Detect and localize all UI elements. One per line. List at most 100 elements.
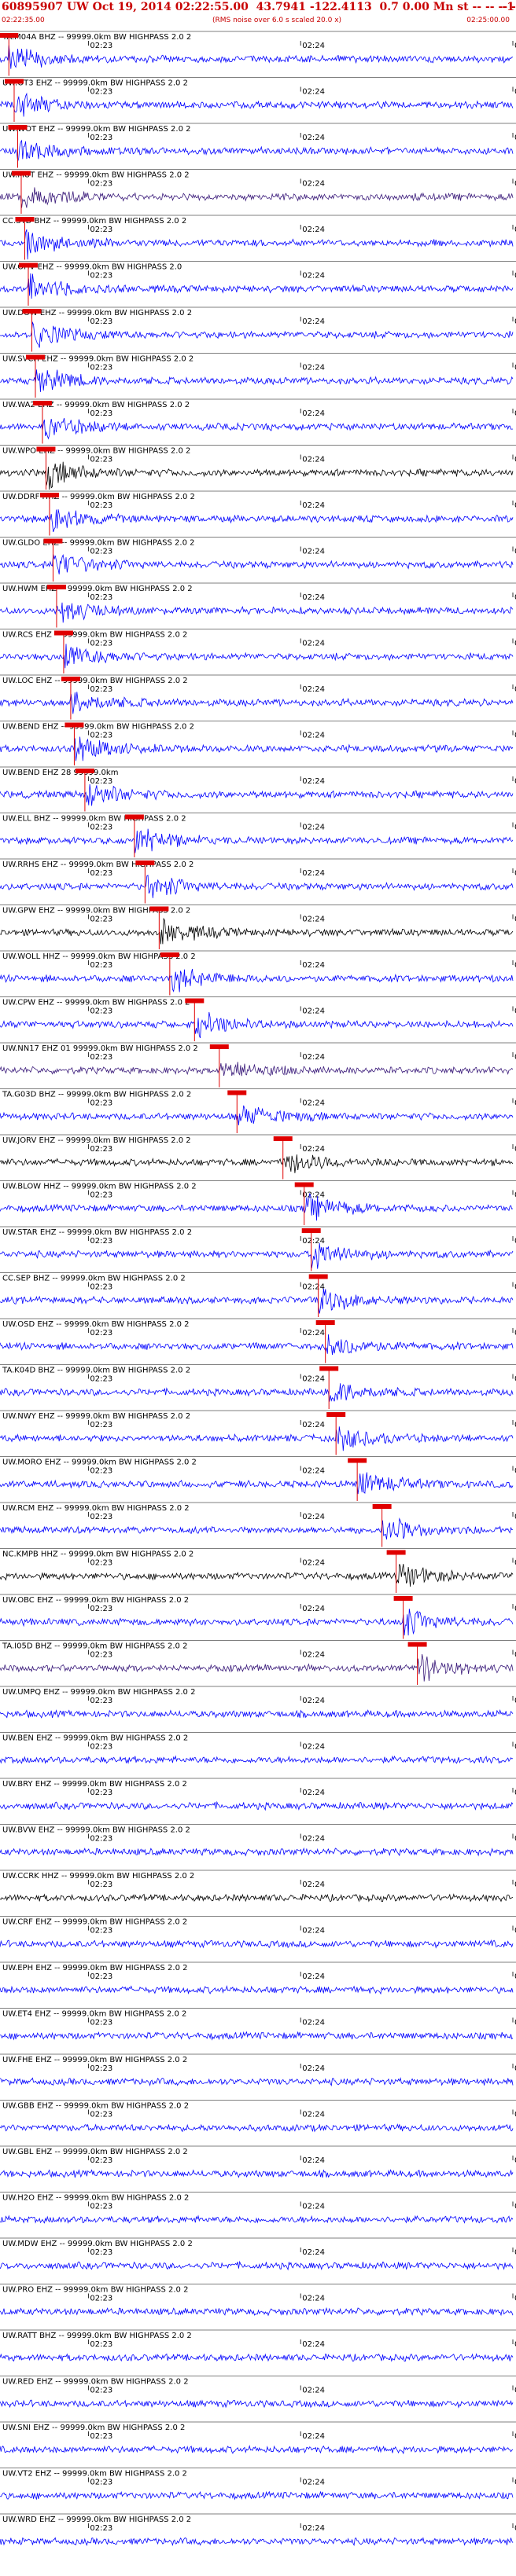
time-tick-label: 02:24 xyxy=(302,1099,325,1108)
trace-label: UW.JORV EHZ -- 99999.0km BW HIGHPASS 2.0… xyxy=(2,1136,191,1145)
time-tick-label: 02:24 xyxy=(302,2340,325,2349)
time-tick-label: 02:24 xyxy=(302,2203,325,2211)
waveform xyxy=(0,783,514,806)
trace-label: UW.OT3 EHZ -- 99999.0km BW HIGHPASS 2.0 … xyxy=(2,79,188,88)
waveform xyxy=(0,1334,514,1356)
trace-row: UW.RCS EHZ -- 99999.0km BW HIGHPASS 2.0 … xyxy=(0,629,516,673)
time-tick-label: 02:23 xyxy=(90,1467,112,1476)
time-tick-label: 02:23 xyxy=(90,501,112,510)
time-tick-label: 02:23 xyxy=(90,42,112,50)
time-tick-label: 02:24 xyxy=(302,1972,325,1981)
trace-label: UW.BEND EHZ 28 99999.0km xyxy=(2,769,118,777)
time-tick-label: 02:24 xyxy=(302,2524,325,2533)
trace-row: UW.NWY EHZ -- 99999.0km BW HIGHPASS 2.0 … xyxy=(0,1410,516,1455)
time-tick-label: 02:24 xyxy=(302,2387,325,2395)
trace-row: UW.MORO EHZ -- 99999.0km BW HIGHPASS 2.0… xyxy=(0,1456,516,1501)
seismogram-plot: TA.M04A BHZ -- 99999.0km BW HIGHPASS 2.0… xyxy=(0,31,516,2547)
trace-label: TA.M04A BHZ -- 99999.0km BW HIGHPASS 2.0… xyxy=(2,33,191,42)
trace-label: UW.ELL BHZ -- 99999.0km BW HIGHPASS 2.0 … xyxy=(2,815,186,824)
trace-label: UW.BVW EHZ -- 99999.0km BW HIGHPASS 2.0 … xyxy=(2,1826,190,1835)
trace-row: UW.RCM EHZ -- 99999.0km BW HIGHPASS 2.0 … xyxy=(0,1502,516,1547)
waveform xyxy=(0,2444,514,2455)
time-tick-label: 02:23 xyxy=(90,2111,112,2119)
trace-label: TA.I05D BHZ -- 99999.0km BW HIGHPASS 2.0… xyxy=(2,1642,187,1651)
trace-label: UW.ET4 EHZ -- 99999.0km BW HIGHPASS 2.0 … xyxy=(2,2010,186,2019)
waveform xyxy=(0,2537,514,2547)
time-tick-label: 02:23 xyxy=(90,2387,112,2395)
trace-label: UW.RCS EHZ -- 99999.0km BW HIGHPASS 2.0 … xyxy=(2,631,187,640)
time-tick-label: 02:24 xyxy=(302,409,325,418)
trace-row: UW.OSD EHZ -- 99999.0km BW HIGHPASS 2.0 … xyxy=(0,1318,516,1363)
waveform xyxy=(0,1472,514,1495)
time-tick-label: 02:24 xyxy=(302,1467,325,1476)
waveform xyxy=(0,692,514,714)
trace-row: UW.DDRF HHZ -- 99999.0km BW HIGHPASS 2.0… xyxy=(0,490,516,536)
trace-row: UW.WPO EHZ -- 99999.0km BW HIGHPASS 2.0 … xyxy=(0,445,516,490)
trace-row: UW.OT3 EHZ -- 99999.0km BW HIGHPASS 2.0 … xyxy=(0,77,516,122)
waveform xyxy=(0,1193,514,1221)
trace-label: UW.GBB EHZ -- 99999.0km BW HIGHPASS 2.0 … xyxy=(2,2102,189,2111)
time-tick-label: 02:24 xyxy=(302,456,325,464)
trace-label: UW.VT2 EHZ -- 99999.0km BW HIGHPASS 2.0 … xyxy=(2,2470,187,2479)
trace-label: UW.STAR EHZ -- 99999.0km BW HIGHPASS 2.0… xyxy=(2,1228,192,1237)
waveform xyxy=(0,45,514,69)
waveform xyxy=(0,369,514,392)
time-tick-label: 02:24 xyxy=(302,226,325,234)
time-tick-label: 02:23 xyxy=(90,2524,112,2533)
waveform xyxy=(0,1708,514,1719)
trace-label: NC.KMPB HHZ -- 99999.0km BW HIGHPASS 2.0… xyxy=(2,1550,194,1559)
trace-row: TA.K04D BHZ -- 99999.0km BW HIGHPASS 2.0… xyxy=(0,1364,516,1409)
trace-label: UW.OSD EHZ -- 99999.0km BW HIGHPASS 2.0 … xyxy=(2,1320,190,1329)
time-tick-label: 02:24 xyxy=(302,1789,325,1797)
waveform xyxy=(0,2260,514,2271)
trace-label: UW.WRD EHZ -- 99999.0km BW HIGHPASS 2.0 … xyxy=(2,2515,191,2524)
time-tick-label: 02:23 xyxy=(90,593,112,602)
trace-label: UW.MDW EHZ -- 99999.0km BW HIGHPASS 2.0 … xyxy=(2,2240,193,2248)
trace-label: UW.RATT BHZ -- 99999.0km BW HIGHPASS 2.0… xyxy=(2,2332,192,2340)
waveform xyxy=(0,1426,514,1451)
time-tick-label: 02:24 xyxy=(302,180,325,189)
time-tick-label: 02:24 xyxy=(302,2156,325,2165)
trace-label: UW.RCM EHZ -- 99999.0km BW HIGHPASS 2.0 … xyxy=(2,1504,190,1513)
trace-row: UW.SNI EHZ -- 99999.0km BW HIGHPASS 2.0 … xyxy=(0,2421,516,2455)
time-tick-label: 02:24 xyxy=(302,2064,325,2073)
trace-label: UW.BLOW HHZ -- 99999.0km BW HIGHPASS 2.0… xyxy=(2,1183,197,1191)
time-tick-label: 02:23 xyxy=(90,2340,112,2349)
trace-row: UW.BRY EHZ -- 99999.0km BW HIGHPASS 2.0 … xyxy=(0,1778,516,1811)
time-tick-label: 02:24 xyxy=(302,501,325,510)
time-tick-label: 02:24 xyxy=(302,961,325,970)
time-tick-label: 02:23 xyxy=(90,1283,112,1292)
trace-row: UW.BEND EHZ -- 99999.0km BW HIGHPASS 2.0… xyxy=(0,721,516,765)
time-tick-label: 02:24 xyxy=(302,1329,325,1338)
time-tick-label: 02:23 xyxy=(90,548,112,556)
trace-row: UW.WOT EHZ -- 99999.0km BW HIGHPASS 2.0 … xyxy=(0,123,516,168)
trace-label: UW.UMPQ EHZ -- 99999.0km BW HIGHPASS 2.0… xyxy=(2,1688,195,1697)
trace-row: CC.SEP BHZ -- 99999.0km BW HIGHPASS 2.0 … xyxy=(0,1272,516,1317)
time-tick-label: 02:24 xyxy=(302,1927,325,1936)
waveform xyxy=(0,1564,514,1587)
trace-row: UW.HWM EHZ -- 99999.0km BW HIGHPASS 2.0 … xyxy=(0,582,516,628)
trace-row: UW.GLDO EHZ -- 99999.0km BW HIGHPASS 2.0… xyxy=(0,537,516,582)
waveform xyxy=(0,418,514,440)
trace-label: UW.HWM EHZ -- 99999.0km BW HIGHPASS 2.0 … xyxy=(2,585,193,593)
trace-row: CC.STD BHZ -- 99999.0km BW HIGHPASS 2.0 … xyxy=(0,215,516,260)
waveform xyxy=(0,1984,514,1995)
waveform xyxy=(0,736,514,761)
time-tick-label: 02:23 xyxy=(90,732,112,740)
trace-label: UW.GBL EHZ -- 99999.0km BW HIGHPASS 2.0 … xyxy=(2,2148,188,2156)
trace-label: UW.WOT EHZ -- 99999.0km BW HIGHPASS 2.0 … xyxy=(2,125,190,134)
time-tick-label: 02:24 xyxy=(302,2432,325,2441)
time-tick-label: 02:24 xyxy=(302,685,325,694)
trace-label: UW.RED EHZ -- 99999.0km BW HIGHPASS 2.0 … xyxy=(2,2378,189,2387)
time-tick-label: 02:24 xyxy=(302,1513,325,1521)
time-tick-label: 02:24 xyxy=(302,1421,325,1429)
time-tick-label: 02:23 xyxy=(90,1237,112,1246)
waveform xyxy=(0,1847,514,1857)
time-tick-label: 02:24 xyxy=(302,2019,325,2027)
trace-row: UW.SVCH EHZ -- 99999.0km BW HIGHPASS 2.0… xyxy=(0,353,516,398)
trace-row: UW.PRO EHZ -- 99999.0km BW HIGHPASS 2.0 … xyxy=(0,2284,516,2317)
time-tick-label: 02:24 xyxy=(302,1835,325,1844)
waveform xyxy=(0,602,514,623)
waveform xyxy=(0,1105,514,1126)
trace-row: UW.CPW EHZ -- 99999.0km BW HIGHPASS 2.0 … xyxy=(0,996,516,1041)
